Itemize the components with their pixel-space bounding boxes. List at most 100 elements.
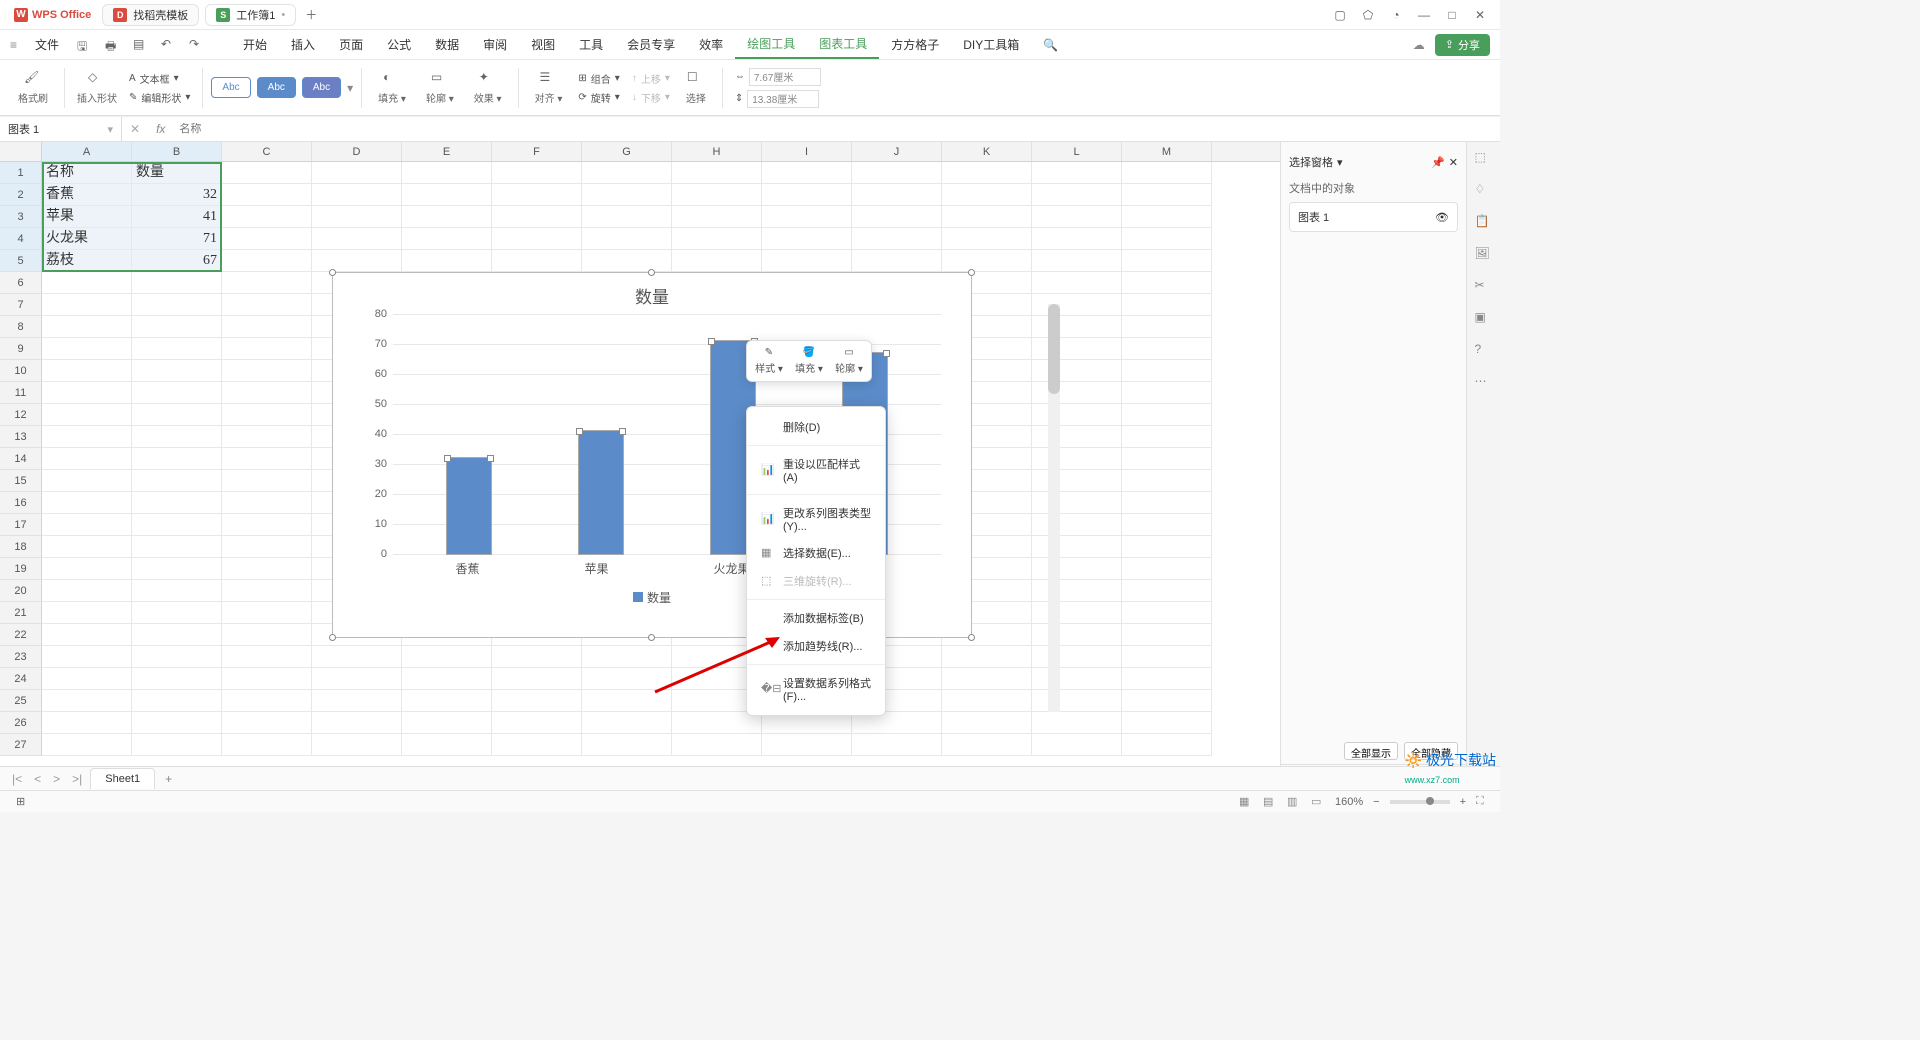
- tab-nav-first[interactable]: |<: [8, 772, 26, 786]
- cell[interactable]: [852, 250, 942, 272]
- col-J[interactable]: J: [852, 142, 942, 161]
- cell[interactable]: 香蕉: [42, 184, 132, 206]
- cell[interactable]: [1032, 294, 1122, 316]
- cell[interactable]: [132, 514, 222, 536]
- cell[interactable]: [42, 448, 132, 470]
- cell[interactable]: [942, 668, 1032, 690]
- cell[interactable]: [222, 250, 312, 272]
- cell[interactable]: [222, 668, 312, 690]
- cell[interactable]: [312, 184, 402, 206]
- cell[interactable]: [42, 624, 132, 646]
- row-8[interactable]: 8: [0, 316, 42, 338]
- fx-icon[interactable]: fx: [148, 122, 173, 136]
- cell[interactable]: [582, 646, 672, 668]
- col-E[interactable]: E: [402, 142, 492, 161]
- ctx-add-trend[interactable]: 添加趋势线(R)...: [747, 632, 885, 660]
- cell[interactable]: [312, 690, 402, 712]
- cell[interactable]: [42, 426, 132, 448]
- side-help-icon[interactable]: ?: [1475, 342, 1493, 360]
- cell[interactable]: [1032, 426, 1122, 448]
- cell[interactable]: [1122, 316, 1212, 338]
- cell[interactable]: [1122, 668, 1212, 690]
- cell[interactable]: [582, 690, 672, 712]
- cell[interactable]: [1032, 558, 1122, 580]
- cell[interactable]: [942, 712, 1032, 734]
- row-18[interactable]: 18: [0, 536, 42, 558]
- cell[interactable]: [1122, 470, 1212, 492]
- cell[interactable]: [1122, 558, 1212, 580]
- style-abc-1[interactable]: Abc: [211, 77, 250, 98]
- cell[interactable]: [1122, 294, 1212, 316]
- cell[interactable]: [42, 690, 132, 712]
- cell[interactable]: [942, 646, 1032, 668]
- cell[interactable]: [222, 558, 312, 580]
- ctx-delete[interactable]: 删除(D): [747, 413, 885, 441]
- cell[interactable]: [222, 514, 312, 536]
- menu-diy[interactable]: DIY工具箱: [951, 30, 1031, 59]
- pane-item-chart[interactable]: 图表 1👁: [1289, 202, 1458, 232]
- cell[interactable]: [42, 360, 132, 382]
- side-more-icon[interactable]: ⋯: [1475, 374, 1493, 392]
- cell[interactable]: [942, 228, 1032, 250]
- side-tools-icon[interactable]: ✂: [1475, 278, 1493, 296]
- cell[interactable]: [1122, 382, 1212, 404]
- cell[interactable]: [132, 382, 222, 404]
- cell[interactable]: [222, 228, 312, 250]
- col-M[interactable]: M: [1122, 142, 1212, 161]
- cell[interactable]: [672, 162, 762, 184]
- row-27[interactable]: 27: [0, 734, 42, 756]
- row-13[interactable]: 13: [0, 426, 42, 448]
- cell[interactable]: [132, 624, 222, 646]
- col-C[interactable]: C: [222, 142, 312, 161]
- outline-button[interactable]: ▭轮廓 ▾: [418, 64, 462, 111]
- text-box-button[interactable]: A文本框 ▾: [125, 70, 194, 87]
- cell[interactable]: 数量: [132, 162, 222, 184]
- cell[interactable]: [132, 338, 222, 360]
- cell[interactable]: [1032, 624, 1122, 646]
- row-2[interactable]: 2: [0, 184, 42, 206]
- mini-outline-button[interactable]: ▭轮廓 ▾: [833, 347, 865, 375]
- spreadsheet[interactable]: A B C D E F G H I J K L M 1名称数量2香蕉323苹果4…: [0, 142, 1280, 782]
- cell[interactable]: [1122, 492, 1212, 514]
- style-more-icon[interactable]: ▾: [347, 81, 353, 95]
- cell[interactable]: [852, 162, 942, 184]
- chart-title[interactable]: 数量: [333, 273, 971, 314]
- cell[interactable]: [222, 426, 312, 448]
- cell[interactable]: [1122, 184, 1212, 206]
- cell[interactable]: [402, 206, 492, 228]
- cell[interactable]: [132, 712, 222, 734]
- tab-workbook[interactable]: S 工作簿1 •: [205, 4, 296, 26]
- cell[interactable]: 71: [132, 228, 222, 250]
- row-22[interactable]: 22: [0, 624, 42, 646]
- row-17[interactable]: 17: [0, 514, 42, 536]
- cell[interactable]: [492, 228, 582, 250]
- cell[interactable]: [1032, 360, 1122, 382]
- cell[interactable]: [1032, 470, 1122, 492]
- user-avatar[interactable]: ◔: [1382, 2, 1410, 28]
- cell[interactable]: [402, 228, 492, 250]
- save-icon[interactable]: 🖫: [77, 37, 93, 53]
- format-painter-group[interactable]: 🖌 格式刷: [10, 64, 56, 111]
- menu-view[interactable]: 视图: [519, 30, 567, 59]
- side-style-icon[interactable]: ♢: [1475, 182, 1493, 200]
- cell[interactable]: [1032, 668, 1122, 690]
- tab-nav-last[interactable]: >|: [68, 772, 86, 786]
- cell[interactable]: [312, 162, 402, 184]
- cell[interactable]: [1032, 250, 1122, 272]
- cell[interactable]: [42, 272, 132, 294]
- cell[interactable]: [762, 184, 852, 206]
- cell[interactable]: [222, 712, 312, 734]
- cell[interactable]: [132, 426, 222, 448]
- row-24[interactable]: 24: [0, 668, 42, 690]
- ctx-select-data[interactable]: ▦选择数据(E)...: [747, 539, 885, 567]
- cell[interactable]: [1122, 580, 1212, 602]
- cell[interactable]: [582, 734, 672, 756]
- cell[interactable]: [132, 294, 222, 316]
- cell[interactable]: [132, 470, 222, 492]
- row-14[interactable]: 14: [0, 448, 42, 470]
- sheet-tab-1[interactable]: Sheet1: [90, 768, 155, 789]
- col-I[interactable]: I: [762, 142, 852, 161]
- add-sheet-button[interactable]: +: [159, 772, 178, 786]
- cell[interactable]: [132, 646, 222, 668]
- fx-cancel-icon[interactable]: ✕: [122, 122, 148, 136]
